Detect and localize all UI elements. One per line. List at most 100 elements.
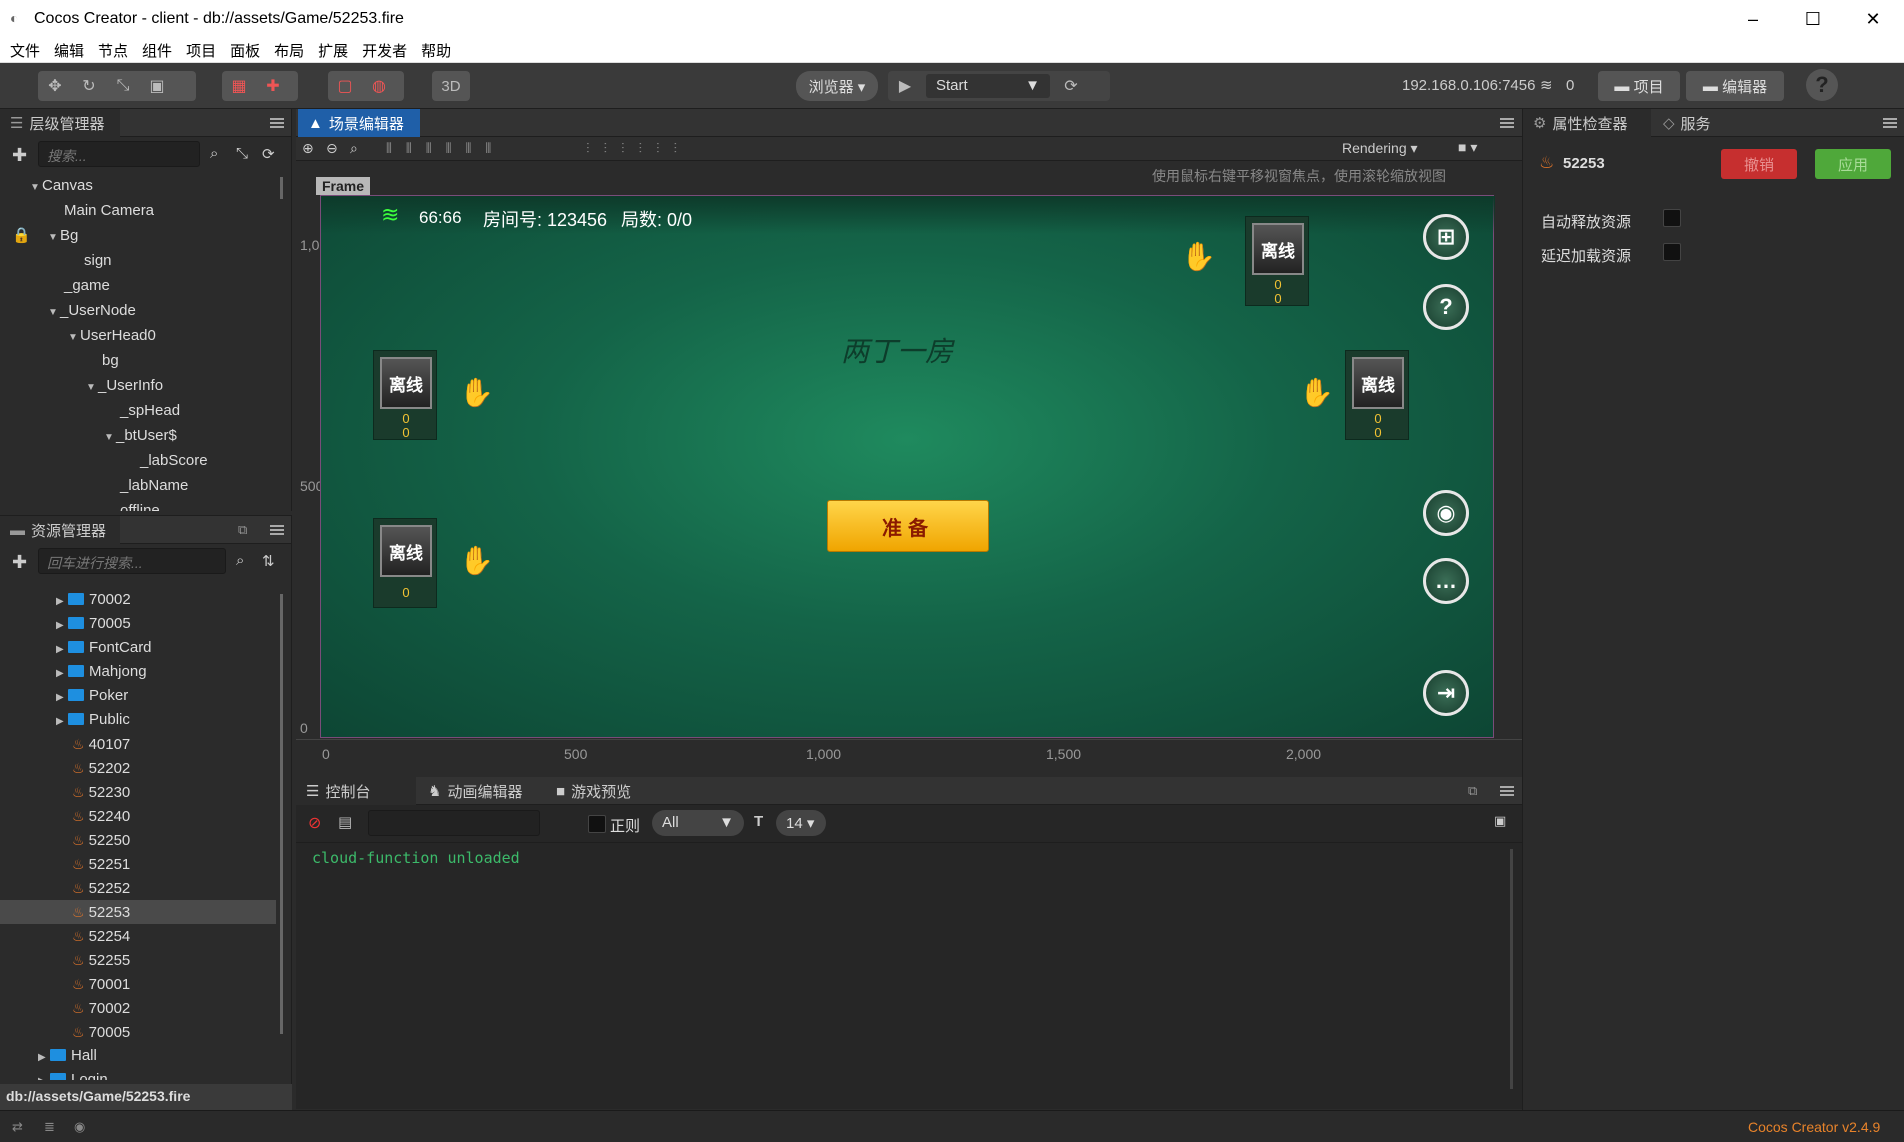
tree-node[interactable]: _game (0, 273, 280, 298)
tab-console[interactable]: ☰ 控制台 (296, 777, 416, 805)
exit-icon[interactable]: ⇥ (1423, 670, 1469, 716)
help-button[interactable]: ? (1806, 69, 1838, 101)
player-seat[interactable]: 离线 0 0 (373, 350, 437, 440)
toggle-3d-button[interactable]: 3D (432, 71, 470, 101)
panel-menu-icon[interactable] (1500, 122, 1514, 124)
console-filter-input[interactable] (368, 810, 540, 836)
open-project-button[interactable]: ▬ 项目 (1598, 71, 1680, 101)
snap-icon[interactable]: ▢ (328, 71, 362, 101)
tree-node[interactable]: ▼ Canvas (0, 173, 280, 198)
assets-search-input[interactable]: 回车进行搜索... (38, 548, 226, 574)
menu-extension[interactable]: 扩展 (308, 40, 348, 61)
tree-node[interactable]: offline (0, 498, 280, 511)
popout-icon[interactable]: ⧉ (238, 522, 247, 538)
rendering-select[interactable]: Rendering ▾ (1342, 140, 1418, 157)
scene-select[interactable]: Start ▼ (926, 74, 1050, 98)
tree-node[interactable]: 🔒 ▼ Bg (0, 223, 280, 248)
asset-item[interactable]: ▶ FontCard (0, 636, 276, 660)
tree-node[interactable]: ▼ _btUser$ (0, 423, 280, 448)
microphone-icon[interactable]: ◉ (1423, 490, 1469, 536)
asset-item[interactable]: ♨ 52250 (0, 828, 276, 852)
revert-button[interactable]: 撤销 (1721, 149, 1797, 179)
asset-item[interactable]: ▶ 70005 (0, 612, 276, 636)
menu-file[interactable]: 文件 (0, 40, 40, 61)
tree-node[interactable]: ▼ _UserInfo (0, 373, 280, 398)
collapse-icon[interactable]: ⤡ (236, 145, 248, 162)
asset-item[interactable]: ▶Login (0, 1068, 276, 1080)
add-asset-icon[interactable]: ✚ (12, 552, 27, 573)
panel-menu-icon[interactable] (270, 529, 284, 531)
log-level-select[interactable]: All ▼ (652, 810, 744, 836)
asset-item[interactable]: ♨ 40107 (0, 732, 276, 756)
apply-button[interactable]: 应用 (1815, 149, 1891, 179)
open-editor-button[interactable]: ▬ 编辑器 (1686, 71, 1784, 101)
grid-icon[interactable]: ◍ (362, 71, 396, 101)
asset-item[interactable]: ▶ 70002 (0, 588, 276, 612)
popout-icon[interactable]: ⧉ (1468, 783, 1477, 799)
asset-item[interactable]: ♨ 70002 (0, 996, 276, 1020)
asset-item[interactable]: ▶ Public (0, 708, 276, 732)
tree-node[interactable]: sign (0, 248, 280, 273)
sync-icon[interactable]: ⇄ (12, 1119, 23, 1135)
close-button[interactable]: ✕ (1844, 0, 1902, 39)
camera-icon[interactable]: ■ ▾ (1458, 139, 1477, 156)
minimize-button[interactable]: – (1724, 0, 1782, 39)
zoom-reset-icon[interactable]: ⌕ (350, 140, 358, 157)
panel-menu-icon[interactable] (1883, 122, 1897, 124)
menu-developer[interactable]: 开发者 (352, 40, 407, 61)
play-button[interactable]: ▶ (888, 71, 922, 101)
menu-component[interactable]: 组件 (132, 40, 172, 61)
player-seat[interactable]: 离线 0 0 (1345, 350, 1409, 440)
asset-item[interactable]: ▶ Poker (0, 684, 276, 708)
asset-item[interactable]: ▶ Mahjong (0, 660, 276, 684)
zoom-in-icon[interactable]: ⊕ (302, 140, 314, 157)
menu-panel[interactable]: 面板 (220, 40, 260, 61)
asset-item-selected[interactable]: ♨ 52253 (0, 900, 276, 924)
tab-animation-editor[interactable]: ♞ 动画编辑器 (418, 777, 544, 805)
panel-menu-icon[interactable] (1500, 790, 1514, 792)
tab-scene-editor[interactable]: ▲ 场景编辑器 (298, 109, 420, 137)
scale-tool-icon[interactable]: ⤡ (106, 71, 140, 101)
asset-item[interactable]: ♨ 52251 (0, 852, 276, 876)
menu-edit[interactable]: 编辑 (44, 40, 84, 61)
hierarchy-search-input[interactable]: 搜索... (38, 141, 200, 167)
scrollbar[interactable] (1510, 849, 1513, 1089)
search-icon[interactable]: ⌕ (210, 145, 218, 162)
menu-project[interactable]: 项目 (176, 40, 216, 61)
add-node-icon[interactable]: ✚ (12, 145, 27, 166)
asset-item[interactable]: ♨ 52252 (0, 876, 276, 900)
lock-icon[interactable]: 🔒 (12, 223, 31, 248)
asset-item[interactable]: ♨ 70001 (0, 972, 276, 996)
menu-grid-icon[interactable]: ⊞ (1423, 214, 1469, 260)
sort-icon[interactable]: ⇅ (262, 552, 275, 570)
panel-menu-icon[interactable] (270, 122, 284, 124)
clear-log-icon[interactable]: ⊘ (308, 813, 321, 833)
menu-layout[interactable]: 布局 (264, 40, 304, 61)
asset-item[interactable]: ▶ Hall (0, 1044, 276, 1068)
ready-button[interactable]: 准备 (827, 500, 989, 552)
rotate-tool-icon[interactable]: ↻ (72, 71, 106, 101)
refresh-button[interactable]: ⟳ (1054, 71, 1088, 101)
tree-node[interactable]: _labName (0, 473, 280, 498)
tree-node[interactable]: ▼ UserHead0 (0, 323, 280, 348)
player-seat[interactable]: 离线 0 (373, 518, 437, 608)
asset-item[interactable]: ♨ 52240 (0, 804, 276, 828)
database-icon[interactable]: ≣ (44, 1119, 55, 1135)
eye-icon[interactable]: ◉ (74, 1119, 85, 1135)
menu-node[interactable]: 节点 (88, 40, 128, 61)
tab-assets[interactable]: ▬ 资源管理器 (0, 516, 120, 544)
player-seat[interactable]: 离线 0 0 (1245, 216, 1309, 306)
help-icon[interactable]: ? (1423, 284, 1469, 330)
game-canvas[interactable]: ≋ 66:66 房间号: 123456 局数: 0/0 两丁一房 离线 0 0 … (320, 195, 1495, 738)
asset-item[interactable]: ♨ 52254 (0, 924, 276, 948)
tab-game-preview[interactable]: ■ 游戏预览 (546, 777, 656, 805)
maximize-button[interactable]: ☐ (1784, 0, 1842, 39)
asset-item[interactable]: ♨ 52230 (0, 780, 276, 804)
asset-item[interactable]: ♨ 52202 (0, 756, 276, 780)
asset-item[interactable]: ♨ 52255 (0, 948, 276, 972)
collapse-icon[interactable]: ▣ (1494, 813, 1506, 829)
tab-hierarchy[interactable]: ☰ 层级管理器 (0, 109, 120, 137)
font-size-select[interactable]: 14 ▾ (776, 810, 826, 836)
zoom-out-icon[interactable]: ⊖ (326, 140, 338, 157)
scrollbar[interactable] (280, 594, 283, 1034)
